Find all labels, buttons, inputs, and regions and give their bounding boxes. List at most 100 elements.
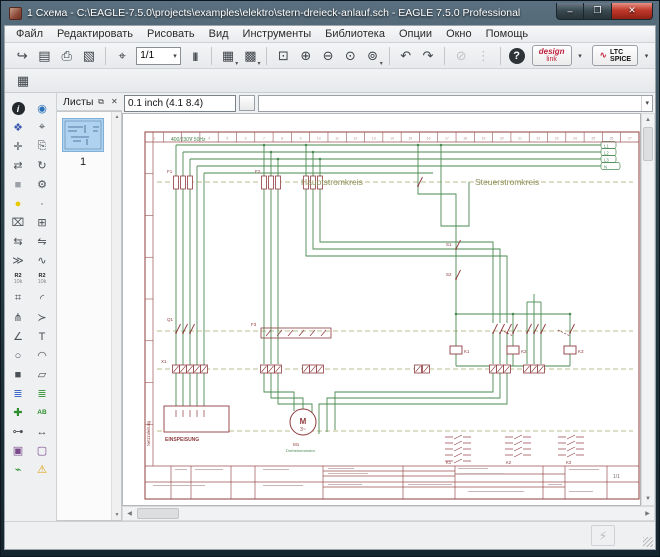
- grid-icon: ▦: [222, 48, 234, 64]
- menu-item-7[interactable]: Опции: [392, 27, 439, 41]
- tool-junction-button[interactable]: ✚: [7, 403, 29, 422]
- command-input[interactable]: ▾: [258, 95, 653, 112]
- tool-smash-button[interactable]: ⌗: [7, 289, 29, 308]
- vertical-scroll-thumb[interactable]: [643, 127, 653, 161]
- menu-item-5[interactable]: Инструменты: [236, 27, 319, 41]
- grid-toolbar-button[interactable]: ▦: [12, 70, 34, 91]
- replace-icon: ⇋: [37, 235, 46, 248]
- chevron-down-icon[interactable]: ▾: [641, 96, 652, 111]
- tool-attribute-button[interactable]: ⊶: [7, 422, 29, 441]
- toolbar-undo-button[interactable]: ↶: [396, 45, 416, 66]
- toolbar-background-button[interactable]: ▩▾: [240, 45, 260, 66]
- tool-mirror-button[interactable]: ⇄: [7, 156, 29, 175]
- toolbar-zoom-select-button[interactable]: ⊚▾: [362, 45, 382, 66]
- menu-item-9[interactable]: Помощь: [479, 27, 536, 41]
- close-button[interactable]: ✕: [611, 3, 653, 20]
- tool-rotate-button[interactable]: ↻: [31, 156, 53, 175]
- scroll-up-icon[interactable]: ▲: [642, 114, 654, 126]
- tool-split-button[interactable]: ⋔: [7, 308, 29, 327]
- toolbar-export-image-button[interactable]: ▧: [79, 45, 99, 66]
- designlink-dropdown[interactable]: ▾: [574, 46, 587, 65]
- tool-erc-errors-button[interactable]: ▢: [31, 441, 53, 460]
- schematic-canvas[interactable]: 1234567891011121314151617181920212223242…: [122, 113, 641, 506]
- menu-item-6[interactable]: Библиотека: [318, 27, 392, 41]
- menu-item-8[interactable]: Окно: [439, 27, 479, 41]
- horizontal-scroll-thumb[interactable]: [137, 508, 179, 519]
- tool-value-button[interactable]: R210k: [31, 270, 53, 289]
- toolbar-mark-button[interactable]: ⌖: [112, 45, 132, 66]
- tool-warning-button[interactable]: ⚠: [31, 460, 53, 479]
- sheet-select-combo[interactable]: 1/1▾: [136, 47, 181, 65]
- tool-dimension-button[interactable]: ↔: [31, 422, 53, 441]
- display-icon: ❖: [13, 121, 23, 134]
- sheets-scrollbar[interactable]: ▲ ▼: [111, 112, 121, 520]
- toolbar-redo-button[interactable]: ↷: [418, 45, 438, 66]
- tool-invoke-button[interactable]: ≻: [31, 308, 53, 327]
- tool-text-button[interactable]: T: [31, 327, 53, 346]
- toolbar-print-button[interactable]: ⎙: [57, 45, 77, 66]
- tool-delete-button[interactable]: ⌧: [7, 213, 29, 232]
- menu-item-2[interactable]: Редактировать: [50, 27, 140, 41]
- menu-item-4[interactable]: Вид: [202, 27, 236, 41]
- toolbar-layer-settings-button[interactable]: |||: [185, 45, 205, 66]
- horizontal-scrollbar[interactable]: ◀ ▶: [122, 506, 655, 521]
- minimize-button[interactable]: –: [556, 3, 584, 20]
- tool-erc-button[interactable]: ▣: [7, 441, 29, 460]
- coordinate-mode-button[interactable]: [239, 95, 255, 111]
- tool-optimize-button[interactable]: ∿: [31, 251, 53, 270]
- tool-label-button[interactable]: AB: [31, 403, 53, 422]
- panel-close-icon[interactable]: ✕: [109, 95, 120, 108]
- tool-rect-button[interactable]: ■: [7, 365, 29, 384]
- sheet-thumbnail[interactable]: [62, 118, 104, 152]
- tool-move-button[interactable]: ✛: [7, 137, 29, 156]
- toolbar-help-button[interactable]: ?: [506, 45, 526, 66]
- toolbar-zoom-redraw-button[interactable]: ⊙: [340, 45, 360, 66]
- status-action-button[interactable]: ⚡: [591, 525, 615, 546]
- scroll-down-icon[interactable]: ▼: [112, 510, 122, 520]
- maximize-button[interactable]: ❒: [584, 3, 611, 20]
- scroll-right-icon[interactable]: ▶: [641, 507, 654, 520]
- tool-copy-button[interactable]: ⎘: [31, 137, 53, 156]
- resize-grip[interactable]: [643, 537, 653, 547]
- vertical-scrollbar[interactable]: ▲ ▼: [641, 113, 655, 506]
- tool-polygon-button[interactable]: ▱: [31, 365, 53, 384]
- toolbar-grid-button[interactable]: ▦▾: [218, 45, 238, 66]
- tool-show-button[interactable]: ◉: [31, 99, 53, 118]
- tool-pinswap-button[interactable]: ⇆: [7, 232, 29, 251]
- tool-errors-button[interactable]: ⌁: [7, 460, 29, 479]
- menu-item-3[interactable]: Рисовать: [140, 27, 202, 41]
- tool-miter-button[interactable]: ◜: [31, 289, 53, 308]
- tool-group-button[interactable]: ■: [7, 175, 29, 194]
- designlink-button[interactable]: designlink: [532, 45, 572, 66]
- scroll-left-icon[interactable]: ◀: [123, 507, 136, 520]
- tool-display-button[interactable]: ❖: [7, 118, 29, 137]
- tool-replace-button[interactable]: ⇋: [31, 232, 53, 251]
- ltspice-button[interactable]: ∿LTCSPICE: [592, 45, 638, 66]
- ltspice-dropdown[interactable]: ▾: [640, 46, 653, 65]
- tool-change-button[interactable]: ⚙: [31, 175, 53, 194]
- tool-paint-button[interactable]: ●: [7, 194, 29, 213]
- scroll-up-icon[interactable]: ▲: [112, 112, 122, 122]
- panel-float-icon[interactable]: ⧉: [95, 95, 106, 108]
- tool-cut-button[interactable]: ·: [31, 194, 53, 213]
- toolbar-zoom-out-button[interactable]: ⊖: [318, 45, 338, 66]
- tool-add-button[interactable]: ⊞: [31, 213, 53, 232]
- net-icon: ≣: [37, 387, 46, 400]
- toolbar-zoom-in-button[interactable]: ⊕: [296, 45, 316, 66]
- tool-mark-button[interactable]: ⌖: [31, 118, 53, 137]
- scroll-down-icon[interactable]: ▼: [642, 493, 654, 505]
- toolbar-zoom-fit-button[interactable]: ⊡: [273, 45, 293, 66]
- tool-net-button[interactable]: ≣: [31, 384, 53, 403]
- toolbar-save-button[interactable]: ▤: [34, 45, 54, 66]
- tool-circle-button[interactable]: ○: [7, 346, 29, 365]
- chevron-down-icon[interactable]: ▾: [173, 52, 177, 60]
- menu-item-1[interactable]: Файл: [9, 27, 50, 41]
- tool-name-button[interactable]: R210k: [7, 270, 29, 289]
- tool-gateswap-button[interactable]: ≫: [7, 251, 29, 270]
- tool-info-button[interactable]: i: [7, 99, 29, 118]
- sheets-panel-header: Листы ⧉ ✕: [57, 93, 122, 111]
- tool-wire-button[interactable]: ∠: [7, 327, 29, 346]
- tool-bus-button[interactable]: ≣: [7, 384, 29, 403]
- tool-arc-button[interactable]: ◠: [31, 346, 53, 365]
- toolbar-open-button[interactable]: ↪: [12, 45, 32, 66]
